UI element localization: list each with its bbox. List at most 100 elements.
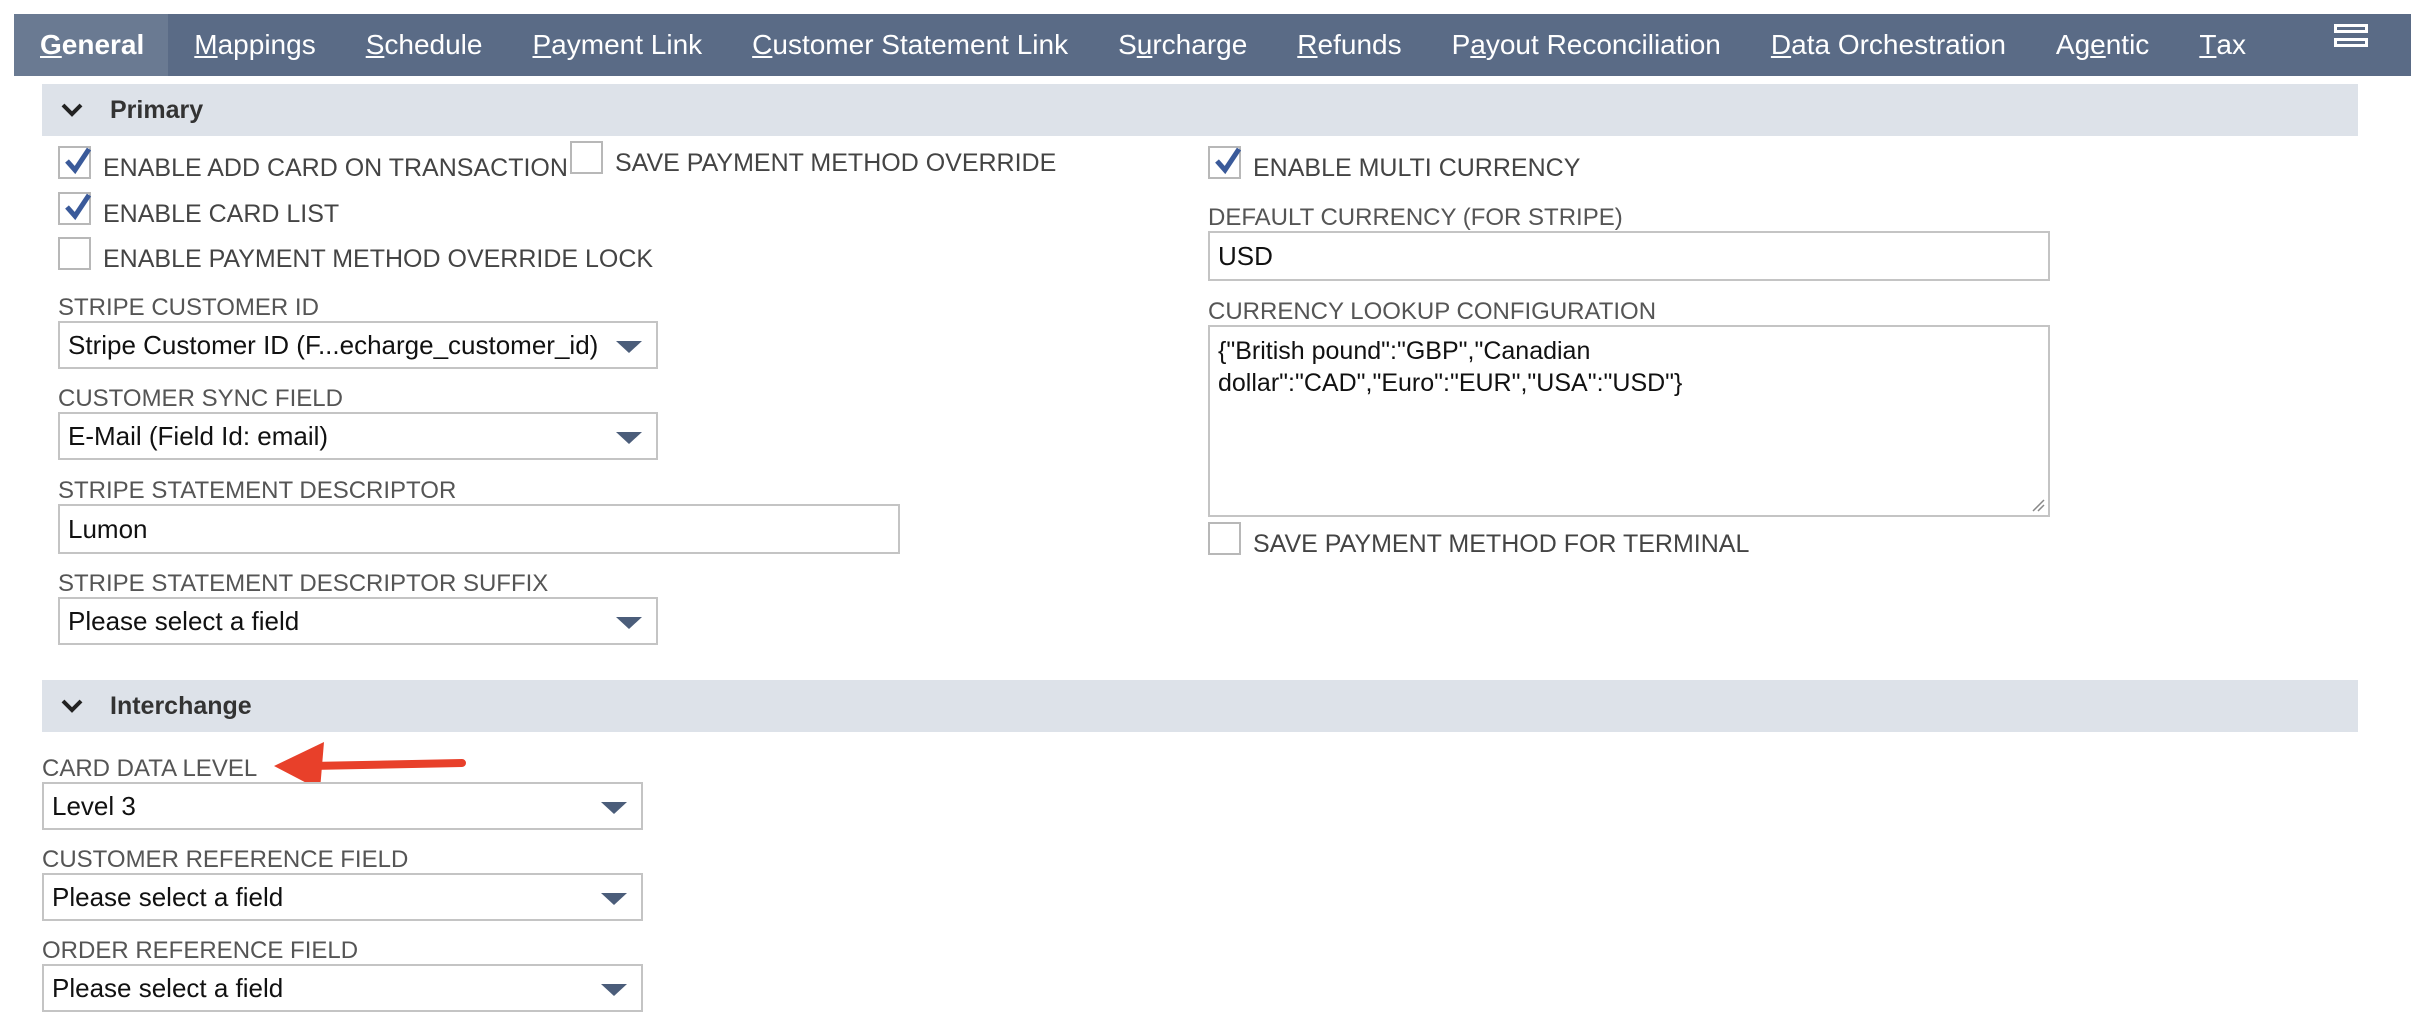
save-terminal-checkbox[interactable]: SAVE PAYMENT METHOD FOR TERMINAL	[1208, 522, 1749, 558]
checkbox-label: ENABLE PAYMENT METHOD OVERRIDE LOCK	[103, 245, 654, 273]
enable-card-list-checkbox[interactable]: ENABLE CARD LIST	[58, 192, 339, 228]
card-data-level-label: CARD DATA LEVEL	[42, 755, 258, 782]
tab-payment-link[interactable]: Payment Link	[506, 14, 726, 76]
tab-label: e	[2090, 29, 2106, 60]
caret-down-icon	[601, 893, 627, 905]
textarea-line: dollar":"CAD","Euro":"EUR","USA":"USD"}	[1218, 369, 1683, 397]
stripe-customer-id-select[interactable]: Stripe Customer ID (F...echarge_customer…	[58, 321, 658, 369]
save-override-checkbox[interactable]: SAVE PAYMENT METHOD OVERRIDE	[570, 141, 1056, 177]
tab-label: ustomer Statement Link	[772, 29, 1069, 60]
resize-handle-icon[interactable]	[2031, 498, 2045, 512]
order-ref-select[interactable]: Please select a field	[42, 964, 643, 1012]
tab-label: M	[194, 29, 218, 60]
override-lock-checkbox[interactable]: ENABLE PAYMENT METHOD OVERRIDE LOCK	[58, 237, 653, 273]
descriptor-suffix-select[interactable]: Please select a field	[58, 597, 658, 645]
tab-surcharge[interactable]: Su rcharge	[1092, 14, 1271, 76]
descriptor-input[interactable]: Lumon	[58, 504, 900, 554]
tab-label: eneral	[61, 29, 145, 60]
checkbox[interactable]	[1208, 522, 1241, 555]
select-value: Stripe Customer ID (F...echarge_customer…	[68, 329, 599, 360]
tab-tax[interactable]: Tax	[2173, 14, 2270, 76]
checkbox[interactable]	[58, 146, 92, 179]
order-ref-label: ORDER REFERENCE FIELD	[42, 937, 359, 964]
section-header-interchange[interactable]: Interchange	[42, 680, 2358, 732]
tab-label: P	[1451, 29, 1471, 60]
select-value: E-Mail (Field Id: email)	[68, 420, 329, 451]
select-value: Please select a field	[52, 881, 284, 912]
chevron-down-icon	[61, 699, 83, 713]
section-title: Interchange	[110, 691, 252, 720]
tab-label: appings	[217, 29, 316, 60]
chevron-down-icon	[61, 103, 83, 117]
tab-label: ata Orchestration	[1791, 29, 2006, 60]
tab-label: u	[1136, 29, 1153, 60]
checkbox-label: ENABLE ADD CARD ON TRANSACTION	[103, 154, 568, 182]
checkbox[interactable]	[570, 141, 603, 174]
section-title: Primary	[110, 95, 204, 124]
checkbox-label: SAVE PAYMENT METHOD OVERRIDE	[615, 149, 1057, 177]
tab-mappings[interactable]: Mappings	[168, 14, 339, 76]
currency-lookup-textarea[interactable]: {"British pound":"GBP","Canadian dollar"…	[1208, 325, 2050, 517]
checkmark-icon	[65, 193, 92, 221]
stripe-customer-id-label: STRIPE CUSTOMER ID	[58, 294, 319, 321]
tab-label: Ag	[2055, 29, 2091, 60]
card-data-level-select[interactable]: Level 3	[42, 782, 643, 830]
tab-customer-statement-link[interactable]: Customer Statement Link	[726, 14, 1092, 76]
customer-sync-label: CUSTOMER SYNC FIELD	[58, 385, 343, 412]
tab-label: R	[1297, 29, 1318, 60]
currency-lookup-label: CURRENCY LOOKUP CONFIGURATION	[1208, 298, 1657, 325]
checkbox-label: SAVE PAYMENT METHOD FOR TERMINAL	[1253, 530, 1750, 558]
tab-label: yout Reconciliation	[1485, 29, 1721, 60]
tab-label: S	[365, 29, 385, 60]
tab-data-orchestration[interactable]: Data Orchestration	[1745, 14, 2030, 76]
tab-label: ayment Link	[551, 29, 703, 60]
caret-down-icon	[601, 802, 627, 814]
checkbox[interactable]	[58, 237, 91, 270]
default-currency-input[interactable]: USD	[1208, 231, 2050, 281]
checkbox-label: ENABLE CARD LIST	[103, 200, 340, 228]
tab-label: T	[2199, 29, 2217, 60]
customer-ref-select[interactable]: Please select a field	[42, 873, 643, 921]
tab-label: S	[1118, 29, 1137, 60]
tab-label: P	[532, 29, 552, 60]
descriptor-label: STRIPE STATEMENT DESCRIPTOR	[58, 477, 457, 504]
input-value: USD	[1218, 240, 1273, 271]
menu-icon[interactable]	[2334, 24, 2370, 62]
input-value: Lumon	[68, 513, 148, 544]
checkbox[interactable]	[1208, 146, 1242, 179]
enable-add-card-checkbox[interactable]: ENABLE ADD CARD ON TRANSACTION	[58, 146, 568, 182]
descriptor-suffix-label: STRIPE STATEMENT DESCRIPTOR SUFFIX	[58, 570, 549, 597]
section-header-primary[interactable]: Primary	[42, 84, 2358, 136]
caret-down-icon	[616, 432, 642, 444]
caret-down-icon	[601, 984, 627, 996]
tab-label: efunds	[1317, 29, 1402, 60]
caret-down-icon	[616, 341, 642, 353]
checkbox-label: ENABLE MULTI CURRENCY	[1253, 154, 1581, 182]
caret-down-icon	[616, 617, 642, 629]
tab-schedule[interactable]: Schedule	[340, 14, 507, 76]
checkbox[interactable]	[58, 192, 92, 225]
customer-ref-label: CUSTOMER REFERENCE FIELD	[42, 846, 409, 873]
multi-currency-checkbox[interactable]: ENABLE MULTI CURRENCY	[1208, 146, 1580, 182]
tab-label: C	[752, 29, 773, 60]
tab-label: chedule	[384, 29, 483, 60]
select-value: Please select a field	[52, 972, 284, 1003]
checkmark-icon	[1215, 147, 1242, 175]
textarea-line: {"British pound":"GBP","Canadian	[1218, 337, 1591, 365]
tab-label: a	[1470, 29, 1486, 60]
tab-label: ntic	[2105, 29, 2150, 60]
select-value: Level 3	[52, 790, 136, 821]
checkmark-icon	[65, 147, 92, 175]
tab-payout-reconciliation[interactable]: Pa yout Reconciliation	[1426, 14, 1745, 76]
tab-label: rcharge	[1152, 29, 1248, 60]
customer-sync-select[interactable]: E-Mail (Field Id: email)	[58, 412, 658, 460]
tab-bar: General Mappings Schedule Payment Link Custo…	[14, 14, 2411, 76]
tab-label: D	[1770, 29, 1792, 60]
tab-label: G	[40, 29, 62, 60]
select-value: Please select a field	[68, 605, 300, 636]
default-currency-label: DEFAULT CURRENCY (FOR STRIPE)	[1208, 204, 1623, 231]
tab-refunds[interactable]: Refunds	[1271, 14, 1425, 76]
tab-general[interactable]: General	[14, 14, 169, 76]
tab-agentic[interactable]: Ag e ntic	[2030, 14, 2173, 76]
tab-label: ax	[2216, 29, 2246, 60]
